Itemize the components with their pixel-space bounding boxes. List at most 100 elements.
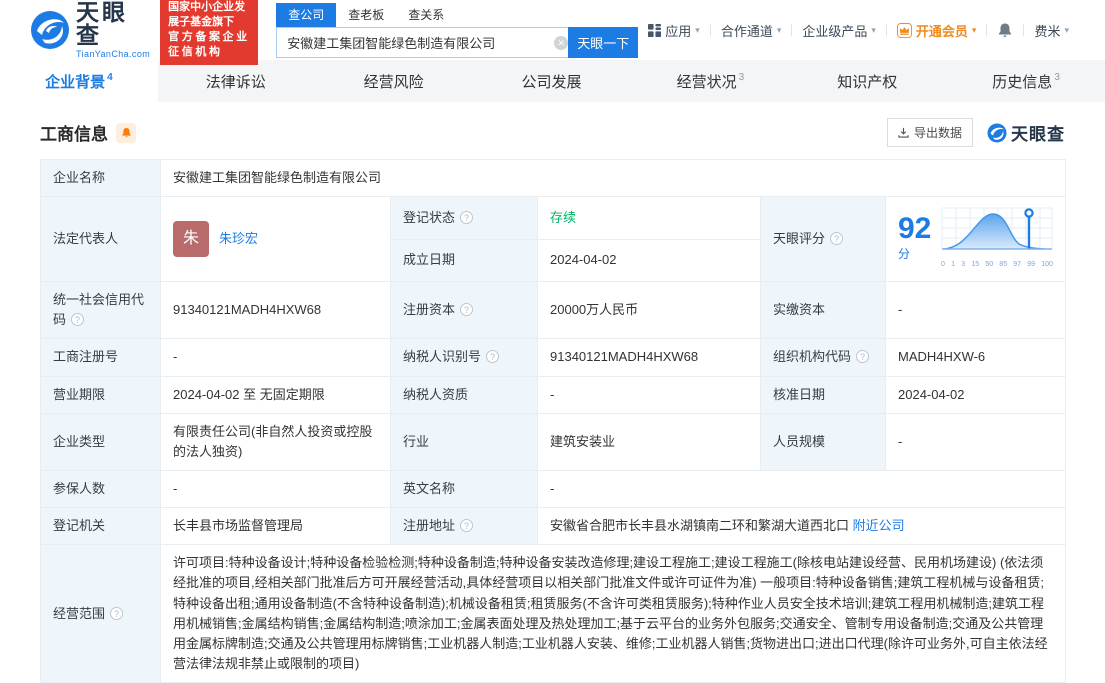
tab-label: 企业背景 bbox=[45, 73, 106, 91]
avatar[interactable]: 朱 bbox=[173, 221, 209, 258]
chevron-down-icon: ▾ bbox=[971, 24, 977, 35]
top-nav: 应用 ▾ 合作通道 ▾ 企业级产品 ▾ 开通会员 ▾ 费米 ▾ bbox=[638, 21, 1079, 40]
tab-company-background[interactable]: 企业背景 4 bbox=[0, 60, 158, 102]
reg-capital-label: 注册资本? bbox=[390, 281, 538, 340]
tianyancha-logo-icon bbox=[987, 123, 1007, 142]
chevron-down-icon: ▾ bbox=[695, 24, 700, 35]
tab-company-development[interactable]: 公司发展 bbox=[474, 60, 632, 102]
help-icon[interactable]: ? bbox=[460, 303, 474, 317]
nav-user[interactable]: 费米 ▾ bbox=[1024, 21, 1079, 40]
insured-count-value: - bbox=[160, 469, 391, 509]
tab-count: 3 bbox=[1054, 71, 1060, 83]
nav-cooperation[interactable]: 合作通道 ▾ bbox=[711, 21, 792, 40]
search-tab-boss[interactable]: 查老板 bbox=[336, 3, 396, 27]
biz-scope-label: 经营范围? bbox=[40, 544, 161, 683]
search-input[interactable] bbox=[276, 26, 577, 58]
tab-count: 3 bbox=[738, 71, 745, 83]
help-icon[interactable]: ? bbox=[856, 350, 870, 364]
est-date-label: 成立日期 bbox=[390, 238, 538, 283]
org-code-label: 组织机构代码? bbox=[760, 338, 886, 377]
tab-legal-proceedings[interactable]: 法律诉讼 bbox=[158, 60, 316, 102]
score-distribution-chart: 0 1 3 15 50 85 97 99 100 bbox=[941, 207, 1053, 271]
nav-enterprise-label: 企业级产品 bbox=[802, 23, 868, 39]
tab-label: 经营风险 bbox=[363, 73, 424, 91]
chevron-down-icon: ▾ bbox=[776, 24, 782, 35]
table-row: 登记机关 长丰县市场监督管理局 注册地址? 安徽省合肥市长丰县水湖镇南二环和繁湖… bbox=[40, 507, 1067, 546]
bell-icon bbox=[999, 23, 1012, 37]
table-row: 经营范围? 许可项目:特种设备设计;特种设备检验检测;特种设备制造;特种设备安装… bbox=[40, 544, 1067, 683]
badge-line2: 官方备案企业征信机构 bbox=[168, 31, 250, 58]
table-row: 参保人数 - 英文名称 - bbox=[40, 469, 1067, 509]
watermark-logo: 天眼查 bbox=[987, 120, 1065, 145]
score-number: 92 bbox=[898, 211, 932, 245]
watermark-text: 天眼查 bbox=[1011, 125, 1065, 144]
chevron-down-icon: ▾ bbox=[1064, 24, 1069, 35]
reg-status-value: 存续 bbox=[537, 196, 761, 240]
clear-icon[interactable]: ✕ bbox=[554, 35, 569, 50]
export-data-button[interactable]: 导出数据 bbox=[886, 118, 973, 147]
org-code-value: MADH4HXW-6 bbox=[884, 338, 1067, 377]
help-icon[interactable]: ? bbox=[830, 232, 844, 246]
table-row: 营业期限 2024-04-02 至 无固定期限 纳税人资质 - 核准日期 202… bbox=[40, 375, 1067, 414]
search-tab-company[interactable]: 查公司 bbox=[276, 2, 337, 27]
search-button[interactable]: 天眼一下 bbox=[568, 26, 639, 58]
tab-intellectual-property[interactable]: 知识产权 bbox=[789, 60, 947, 102]
staff-size-value: - bbox=[884, 412, 1067, 471]
crown-icon bbox=[896, 22, 912, 38]
tab-label: 公司发展 bbox=[521, 73, 582, 91]
chevron-down-icon: ▾ bbox=[871, 24, 876, 35]
tyc-score-cell: 92分 0 1 3 15 50 85 97 99 100 bbox=[884, 196, 1067, 283]
nav-apps[interactable]: 应用 ▾ bbox=[638, 21, 710, 40]
tianyancha-logo[interactable]: 天眼查 TianYanCha.com bbox=[30, 1, 150, 59]
legal-rep-link[interactable]: 朱珍宏 bbox=[219, 229, 258, 249]
nav-enterprise-products[interactable]: 企业级产品 ▾ bbox=[792, 21, 886, 40]
table-row: 企业类型 有限责任公司(非自然人投资或控股的法人独资) 行业 建筑安装业 人员规… bbox=[40, 412, 1067, 471]
company-type-label: 企业类型 bbox=[40, 412, 161, 471]
subscribe-bell-chip[interactable] bbox=[116, 122, 136, 143]
address-text: 安徽省合肥市长丰县水湖镇南二环和繁湖大道西北口 bbox=[550, 518, 850, 534]
table-row: 工商注册号 - 纳税人识别号? 91340121MADH4HXW68 组织机构代… bbox=[40, 338, 1067, 377]
badge-line1: 国家中小企业发展子基金旗下 bbox=[168, 1, 246, 29]
search-area: 查公司 查老板 查关系 ✕ 天眼一下 bbox=[276, 2, 639, 58]
insured-count-label: 参保人数 bbox=[40, 469, 161, 509]
help-icon[interactable]: ? bbox=[460, 210, 474, 224]
logo-title: 天眼查 bbox=[76, 0, 128, 48]
biz-scope-value: 许可项目:特种设备设计;特种设备检验检测;特种设备制造;特种设备安装改造修理;建… bbox=[159, 544, 1067, 683]
label-text: 登记状态 bbox=[403, 209, 456, 225]
help-icon[interactable]: ? bbox=[460, 519, 474, 533]
help-icon[interactable]: ? bbox=[486, 350, 500, 364]
help-icon[interactable]: ? bbox=[71, 313, 85, 327]
label-text: 注册资本 bbox=[403, 302, 456, 318]
section-title: 工商信息 bbox=[40, 125, 108, 144]
approval-date-label: 核准日期 bbox=[760, 375, 886, 414]
reg-status-label: 登记状态? bbox=[390, 196, 538, 240]
section-header: 工商信息 导出数据 天眼查 bbox=[40, 118, 1065, 147]
credit-code-value: 91340121MADH4HXW68 bbox=[160, 281, 391, 340]
legal-rep-label: 法定代表人 bbox=[40, 196, 161, 283]
taxpayer-quality-value: - bbox=[537, 375, 761, 414]
label-text: 注册地址 bbox=[403, 518, 456, 534]
tab-operating-status[interactable]: 经营状况 3 bbox=[631, 60, 789, 102]
table-row: 法定代表人 朱 朱珍宏 登记状态? 存续 天眼评分? 92分 0 1 3 15 … bbox=[40, 196, 1067, 283]
credit-code-label: 统一社会信用代码? bbox=[40, 281, 161, 340]
biz-term-label: 营业期限 bbox=[40, 375, 161, 414]
nav-vip[interactable]: 开通会员 ▾ bbox=[887, 21, 987, 40]
nav-notifications[interactable] bbox=[987, 22, 1023, 38]
main-content: 工商信息 导出数据 天眼查 企业名称 安徽建工集团智能绿色制造有限公司 法定代表… bbox=[0, 118, 1105, 683]
tab-history-info[interactable]: 历史信息 3 bbox=[947, 60, 1105, 102]
taxpayer-id-label: 纳税人识别号? bbox=[390, 338, 538, 377]
tab-count: 4 bbox=[107, 71, 113, 83]
est-date-value: 2024-04-02 bbox=[537, 238, 761, 283]
header: 天眼查 TianYanCha.com 国家中小企业发展子基金旗下 官方备案企业征… bbox=[0, 0, 1105, 65]
tab-label: 知识产权 bbox=[837, 73, 898, 91]
nearby-companies-link[interactable]: 附近公司 bbox=[853, 518, 905, 533]
label-text: 纳税人识别号 bbox=[403, 349, 482, 365]
english-name-value: - bbox=[536, 469, 1067, 509]
logo-domain: TianYanCha.com bbox=[76, 49, 151, 59]
username: 费米 bbox=[1034, 23, 1061, 39]
search-tab-relation[interactable]: 查关系 bbox=[396, 3, 456, 27]
biz-term-value: 2024-04-02 至 无固定期限 bbox=[160, 375, 391, 414]
tab-operating-risk[interactable]: 经营风险 bbox=[316, 60, 474, 102]
tab-label: 历史信息 bbox=[992, 73, 1053, 91]
table-row: 企业名称 安徽建工集团智能绿色制造有限公司 bbox=[40, 158, 1067, 198]
